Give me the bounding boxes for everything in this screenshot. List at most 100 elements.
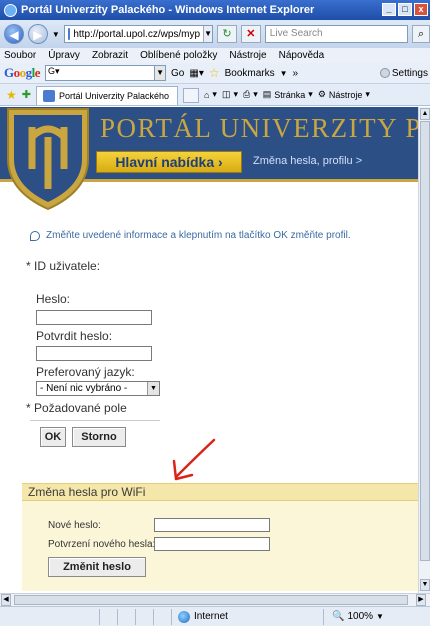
scroll-down-icon[interactable]: ▼ xyxy=(420,579,430,591)
bookmarks-button[interactable]: Bookmarks xyxy=(225,68,275,79)
portal-title: PORTÁL UNIVERZITY PALA xyxy=(100,113,418,143)
password-label: Heslo: xyxy=(36,292,71,306)
feeds-icon: ◫ xyxy=(221,89,231,99)
main-menu-button[interactable]: Hlavní nabídka › xyxy=(96,151,242,173)
tools-menu-button[interactable]: ⚙ Nástroje ▾ xyxy=(318,89,370,100)
google-toolbar: Google G▾ ▼ Go ▦▾ ☆ Bookmarks ▼ » Settin… xyxy=(0,63,430,84)
status-cell xyxy=(136,608,154,625)
tab-portal[interactable]: Portál Univerzity Palackého xyxy=(35,86,178,105)
breadcrumb[interactable]: Změna hesla, profilu > xyxy=(253,155,362,167)
stop-button[interactable]: ✕ xyxy=(240,25,261,43)
page-menu-label: Stránka xyxy=(274,89,306,100)
forward-button[interactable]: ▶ xyxy=(27,24,48,44)
menu-bar: Soubor Úpravy Zobrazit Oblíbené položky … xyxy=(0,48,430,63)
settings-label: Settings xyxy=(391,67,428,79)
minimize-button[interactable]: _ xyxy=(382,3,396,16)
ie-logo-icon xyxy=(4,3,17,17)
new-password-field[interactable] xyxy=(154,518,270,532)
google-go-button[interactable]: Go xyxy=(171,68,184,79)
menu-favorites[interactable]: Oblíbené položky xyxy=(140,50,217,61)
menu-view[interactable]: Zobrazit xyxy=(92,50,128,61)
wifi-password-section: Změna hesla pro WiFi Nové heslo: Potvrze… xyxy=(22,483,418,591)
vertical-scroll-thumb[interactable] xyxy=(420,121,430,561)
confirm-password-field[interactable] xyxy=(36,346,152,361)
print-button[interactable]: ⎙ ▾ xyxy=(243,89,258,100)
tab-favicon-icon xyxy=(42,90,55,102)
page-menu-button[interactable]: ▤ Stránka ▾ xyxy=(263,89,313,100)
scroll-right-icon[interactable]: ▶ xyxy=(416,594,426,606)
info-notice: Změňte uvedené informace a klepnutím na … xyxy=(30,230,351,241)
address-dropdown-icon[interactable]: ▼ xyxy=(203,26,212,42)
new-tab-button[interactable] xyxy=(182,88,199,103)
menu-tools[interactable]: Nástroje xyxy=(229,50,266,61)
password-field[interactable] xyxy=(36,310,152,325)
home-button[interactable]: ⌂ ▾ xyxy=(204,89,217,100)
notice-text: Změňte uvedené informace a klepnutím na … xyxy=(46,230,351,241)
google-search-input[interactable]: G▾ xyxy=(45,65,156,81)
wifi-section-title: Změna hesla pro WiFi xyxy=(22,483,418,501)
vertical-scrollbar[interactable]: ▲ ▼ xyxy=(418,107,430,593)
user-id-label: * ID uživatele: xyxy=(26,259,101,273)
new-password-label: Nové heslo: xyxy=(48,520,101,531)
language-label: Preferovaný jazyk: xyxy=(36,365,135,379)
window-titlebar: Portál Univerzity Palackého - Windows In… xyxy=(0,0,430,20)
language-select-value: - Není nic vybráno - xyxy=(40,383,128,394)
google-tools-icon[interactable]: ▦▾ xyxy=(189,68,203,79)
status-text-cell xyxy=(0,608,100,625)
search-icon[interactable]: ⌕ xyxy=(412,25,430,43)
tools-icon: ⚙ xyxy=(317,89,326,99)
maximize-button[interactable]: □ xyxy=(398,3,412,16)
window-title: Portál Univerzity Palackého - Windows In… xyxy=(21,4,315,16)
print-icon: ⎙ xyxy=(243,89,251,99)
tab-bar: ★ ✚ Portál Univerzity Palackého ⌂ ▾ ◫ ▾ ⎙ ▾… xyxy=(0,84,430,106)
select-arrow-icon: ▼ xyxy=(147,382,159,395)
zone-label: Internet xyxy=(194,611,228,622)
form-divider xyxy=(30,420,160,421)
menu-edit[interactable]: Úpravy xyxy=(48,50,80,61)
site-favicon-icon xyxy=(67,28,71,40)
more-tools-button[interactable]: » xyxy=(293,68,299,79)
back-button[interactable]: ◀ xyxy=(4,24,24,44)
status-bar: Internet 🔍 100% ▼ xyxy=(0,606,430,626)
close-button[interactable]: x xyxy=(414,3,428,16)
security-zone[interactable]: Internet xyxy=(172,608,324,625)
window-controls: _ □ x xyxy=(382,3,428,16)
language-select[interactable]: - Není nic vybráno - ▼ xyxy=(36,381,160,396)
add-favorite-icon[interactable]: ✚ xyxy=(22,88,31,101)
feeds-button[interactable]: ◫ ▾ xyxy=(222,89,238,100)
google-search-dropdown-icon[interactable]: ▼ xyxy=(154,65,167,81)
ok-button[interactable]: OK xyxy=(40,427,66,447)
address-bar[interactable]: http://portal.upol.cz/wps/myp ▼ xyxy=(63,25,213,43)
settings-button[interactable]: Settings xyxy=(379,67,430,79)
menu-help[interactable]: Nápověda xyxy=(279,50,325,61)
horizontal-scrollbar[interactable]: ◀ ▶ xyxy=(0,593,430,606)
confirm-password-label: Potvrdit heslo: xyxy=(36,329,113,343)
home-icon: ⌂ xyxy=(203,89,210,100)
horizontal-scroll-thumb[interactable] xyxy=(14,595,408,605)
page-content: PORTÁL UNIVERZITY PALA Hlavní nabídka › … xyxy=(0,107,418,591)
scroll-up-icon[interactable]: ▲ xyxy=(420,108,430,120)
info-bubble-icon xyxy=(30,230,40,241)
scroll-left-icon[interactable]: ◀ xyxy=(1,594,11,606)
cancel-button[interactable]: Storno xyxy=(72,427,126,447)
zoom-icon: 🔍 xyxy=(332,611,345,622)
bookmarks-dropdown-icon[interactable]: ▼ xyxy=(280,69,288,78)
status-cell xyxy=(100,608,118,625)
live-search-input[interactable]: Live Search xyxy=(264,25,409,43)
status-cell xyxy=(154,608,172,625)
confirm-new-password-field[interactable] xyxy=(154,537,270,551)
change-password-button[interactable]: Změnit heslo xyxy=(48,557,146,577)
tools-menu-label: Nástroje xyxy=(328,89,363,100)
navigation-bar: ◀ ▶ ▼ http://portal.upol.cz/wps/myp ▼ ↻ … xyxy=(0,20,430,48)
page-icon: ▤ xyxy=(262,89,272,99)
university-logo-icon xyxy=(7,108,89,211)
history-dropdown-icon[interactable]: ▼ xyxy=(52,30,60,39)
bookmark-star-icon[interactable]: ☆ xyxy=(209,66,220,80)
favorites-star-icon[interactable]: ★ xyxy=(6,88,17,102)
status-cell xyxy=(118,608,136,625)
refresh-button[interactable]: ↻ xyxy=(216,25,237,43)
required-note: * Požadované pole xyxy=(26,401,127,415)
address-text: http://portal.upol.cz/wps/myp xyxy=(73,28,201,40)
zoom-control[interactable]: 🔍 100% ▼ xyxy=(324,611,384,622)
menu-file[interactable]: Soubor xyxy=(4,50,36,61)
